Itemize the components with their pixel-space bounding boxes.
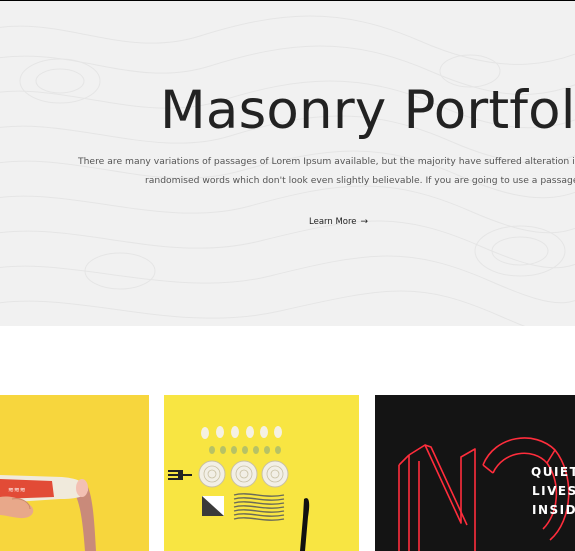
portfolio-item-3[interactable]: QUIET LIVES INSIDE xyxy=(375,395,575,551)
hero-description-line-1: There are many variations of passages of… xyxy=(78,156,575,167)
sign-text-line-3: INSIDE xyxy=(532,503,575,517)
hand-with-bottle-image: ≋≋≋ xyxy=(0,395,149,551)
portfolio-item-2[interactable] xyxy=(164,395,359,551)
sign-text-line-1: QUIET xyxy=(531,465,575,479)
hero-section: Masonry Portfolio There are many variati… xyxy=(0,1,575,326)
page: Masonry Portfolio There are many variati… xyxy=(0,0,575,551)
portfolio-item-1[interactable]: ≋≋≋ xyxy=(0,395,149,551)
learn-more-link[interactable]: Learn More → xyxy=(309,217,368,227)
learn-more-label: Learn More xyxy=(309,217,357,227)
arrow-right-icon: → xyxy=(360,217,369,227)
page-title: Masonry Portfolio xyxy=(160,80,575,141)
neon-sign-image: QUIET LIVES INSIDE xyxy=(375,395,575,551)
svg-text:≋≋≋: ≋≋≋ xyxy=(8,486,26,494)
sign-text-line-2: LIVES xyxy=(532,484,575,498)
hero-description-line-2: randomised words which don't look even s… xyxy=(145,175,575,186)
food-flatlay-image xyxy=(164,395,359,551)
